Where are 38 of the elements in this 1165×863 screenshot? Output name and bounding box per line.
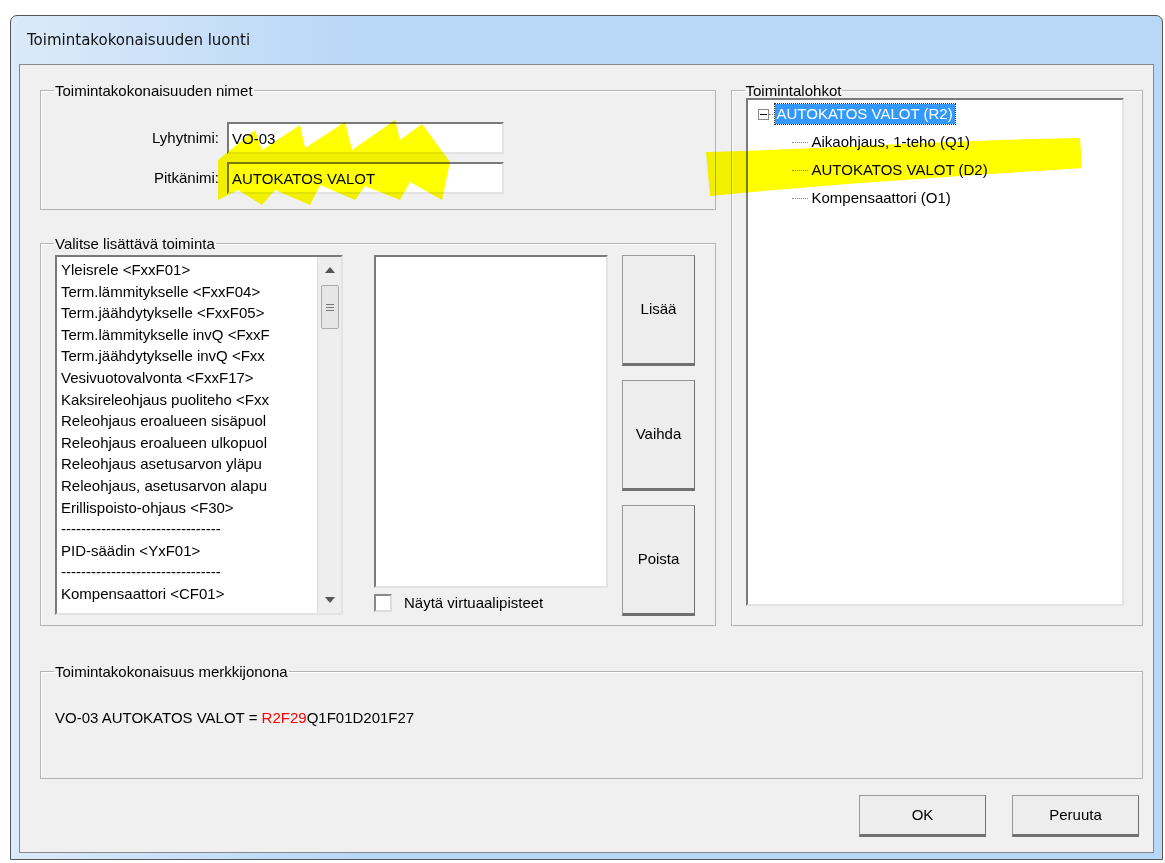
list-item[interactable]: -------------------------------- <box>57 518 317 540</box>
list-item[interactable]: Releohjaus asetusarvon yläpu <box>57 453 317 475</box>
checkbox-label: Näytä virtuaalipisteet <box>404 593 544 613</box>
list-item[interactable]: -------------------------------- <box>57 561 317 583</box>
tree-item[interactable]: AUTOKATOS VALOT (D2) <box>809 160 990 180</box>
scrollbar[interactable] <box>317 257 341 613</box>
checkbox[interactable] <box>374 594 392 613</box>
code-string: VO-03 AUTOKATOS VALOT = R2F29Q1F01D201F27 <box>55 708 416 728</box>
list-item[interactable]: Releohjaus, asetusarvon alapu <box>57 474 317 497</box>
list-item[interactable]: Releohjaus eroalueen ulkopuol <box>57 431 317 454</box>
scroll-thumb[interactable] <box>320 285 339 329</box>
field-label: Lyhytnimi: <box>151 127 220 148</box>
dialog-button[interactable]: Peruuta <box>1012 795 1139 837</box>
field-label: Pitkänimi: <box>152 167 220 188</box>
list-item[interactable]: Erillispoisto-ohjaus <F30> <box>57 496 317 519</box>
string-group-legend: Toimintakokonaisuus merkkijonona <box>54 664 289 679</box>
list-item[interactable]: Term.lämmitykselle <FxxF04> <box>57 280 317 303</box>
tree-item[interactable]: Kompensaattori (O1) <box>809 188 953 208</box>
dialog-button[interactable]: OK <box>859 795 986 837</box>
list-item[interactable]: Term.lämmitykselle invQ <FxxF <box>57 323 317 346</box>
function-blocks-group-legend: Toimintalohkot <box>744 83 843 98</box>
list-item[interactable]: Vesivuotovalvonta <FxxF17> <box>57 366 317 389</box>
scroll-down-icon[interactable] <box>324 597 335 603</box>
action-button[interactable]: Lisää <box>622 255 695 366</box>
list-item[interactable]: Releohjaus eroalueen sisäpuol <box>57 410 317 432</box>
list-item[interactable]: Yleisrele <FxxF01> <box>57 259 317 281</box>
list-item[interactable]: PID-säädin <YxF01> <box>57 539 317 562</box>
list-item[interactable]: Kaksireleohjaus puoliteho <Fxx <box>57 388 317 411</box>
expander-icon[interactable] <box>757 108 769 120</box>
action-button[interactable]: Vaihda <box>622 380 695 491</box>
names-group-legend: Toimintakokonaisuuden nimet <box>54 83 254 98</box>
window-title: Toimintakokonaisuuden luonti <box>26 29 252 51</box>
list-item[interactable]: Term.jäähdytykselle <FxxF05> <box>57 302 317 324</box>
scroll-up-icon[interactable] <box>324 267 335 273</box>
action-button[interactable]: Poista <box>622 505 695 616</box>
function-select-group-legend: Valitse lisättävä toiminta <box>54 236 216 251</box>
list-item[interactable]: Term.jäähdytykselle invQ <Fxx <box>57 345 317 367</box>
list-item[interactable]: Kompensaattori <CF01> <box>57 582 317 605</box>
